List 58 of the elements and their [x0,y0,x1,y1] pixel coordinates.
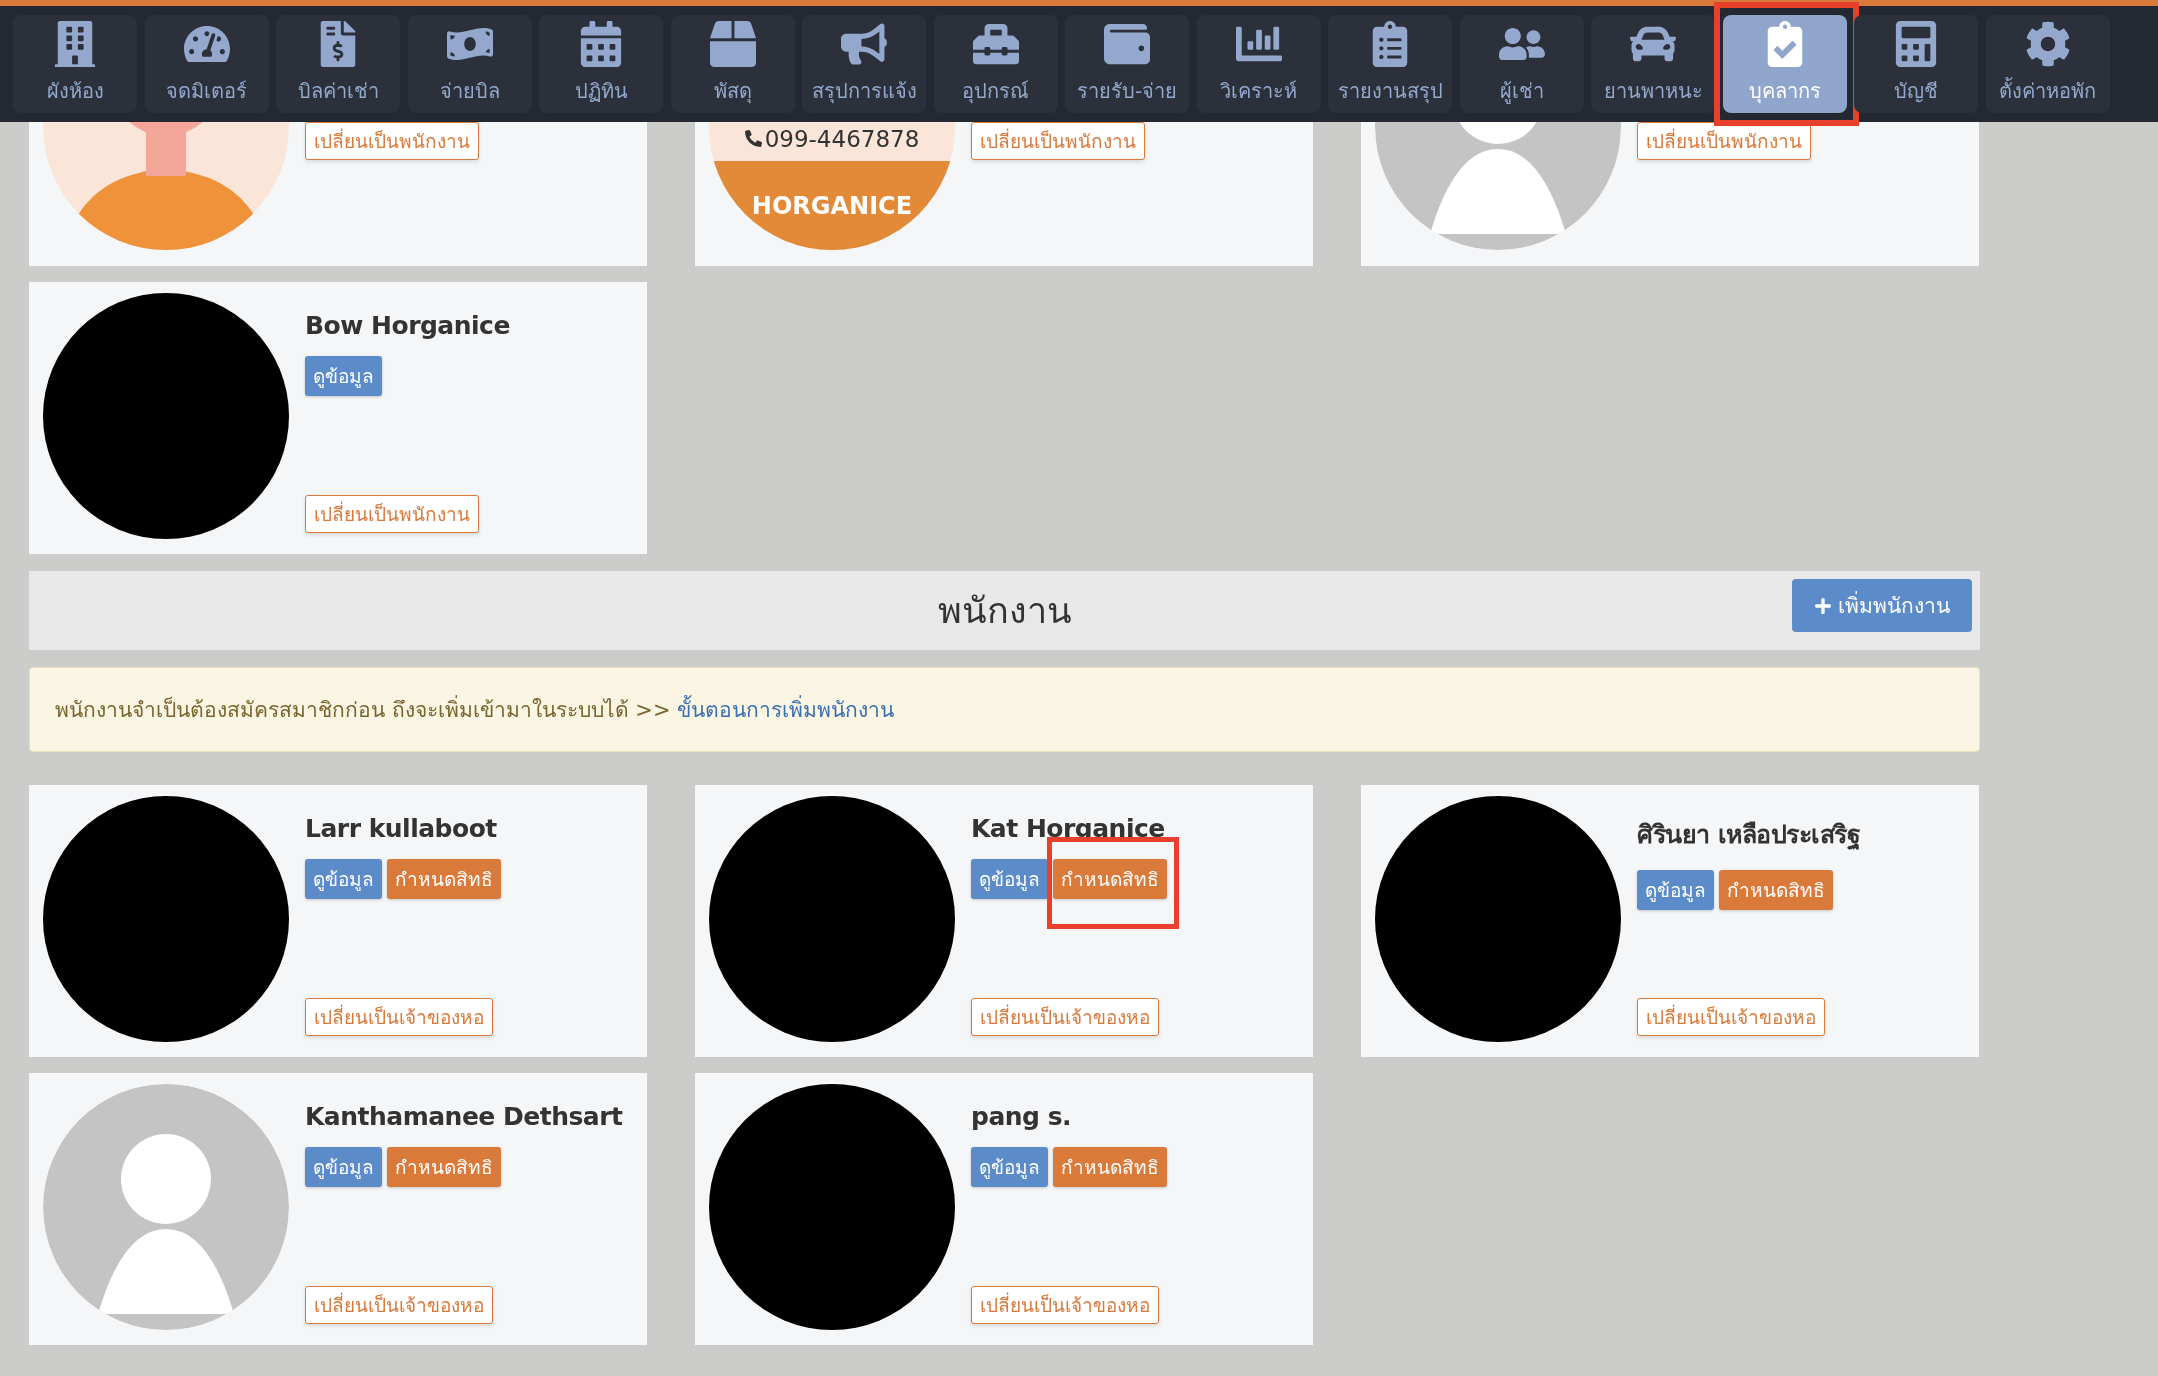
calendar-icon [578,21,624,67]
nav-tab[interactable]: รายรับ-จ่าย [1065,15,1189,113]
nav-tab[interactable]: จดมิเตอร์ [144,15,269,113]
switch-role-button[interactable]: เปลี่ยนเป็นพนักงาน [305,122,479,160]
nav-tab[interactable]: บุคลากร [1722,15,1847,113]
toolbox-icon [972,21,1019,67]
switch-role-button[interactable]: เปลี่ยนเป็นเจ้าของหอ [971,998,1159,1036]
notice-link[interactable]: ขั้นตอนการเพิ่มพนักงาน [676,693,894,726]
section-title: พนักงาน [937,589,1072,633]
calculator-icon [1893,21,1939,67]
nav-tab[interactable]: ผังห้อง [13,15,137,113]
switch-role-button[interactable]: เปลี่ยนเป็นพนักงาน [1637,122,1811,160]
nav-tab[interactable]: จ่ายบิล [407,15,532,113]
logo-text: HORGANICE [751,191,913,220]
notice-text: พนักงานจำเป็นต้องสมัครสมาชิกก่อน ถึงจะเพิ่มเข้ามาในระบบได้ >> [55,693,671,726]
view-button[interactable]: ดูข้อมูล [305,859,382,899]
switch-role-button[interactable]: เปลี่ยนเป็นเจ้าของหอ [1637,998,1825,1036]
view-button[interactable]: ดูข้อมูล [971,1147,1048,1187]
permission-button[interactable]: กำหนดสิทธิ [1053,859,1167,899]
nav-tab[interactable]: สรุปการแจ้ง [802,15,926,113]
person-name: Kanthamanee Dethsart [305,1102,624,1131]
permission-button[interactable]: กำหนดสิทธิ [1053,1147,1167,1187]
person-name: Kat Horganice [971,814,1166,843]
switch-role-button[interactable]: เปลี่ยนเป็นเจ้าของหอ [305,998,493,1036]
nav-tab[interactable]: ปฏิทิน [539,15,663,113]
phone-number: 099-4467878 [709,125,955,152]
megaphone-icon [841,21,887,67]
permission-button[interactable]: กำหนดสิทธิ [387,1147,501,1187]
person-name: ศิรินยา เหลือประเสริฐ [1637,819,1862,852]
nav-tab[interactable]: บิลค่าเช่า [276,15,400,113]
person-name: pang s. [971,1102,1073,1131]
person-name: Bow Horganice [305,311,511,340]
nav-tab[interactable]: รายงานสรุป [1328,15,1452,113]
nav-tab[interactable]: ยานพาหนะ [1591,15,1715,113]
switch-role-button[interactable]: เปลี่ยนเป็นเจ้าของหอ [971,1286,1159,1324]
permission-button[interactable]: กำหนดสิทธิ [387,859,501,899]
permission-button[interactable]: กำหนดสิทธิ [1719,870,1833,910]
wallet-icon [1104,21,1150,67]
phone-icon [744,130,762,148]
nav-tab[interactable]: อุปกรณ์ [933,15,1058,113]
switch-role-button[interactable]: เปลี่ยนเป็นพนักงาน [305,495,479,533]
nav-tab[interactable]: ผู้เช่า [1459,15,1584,113]
add-staff-button[interactable]: เพิ่มพนักงาน [1792,579,1972,632]
view-button[interactable]: ดูข้อมูล [305,356,382,396]
nav-tab[interactable]: วิเคราะห์ [1196,15,1321,113]
nav-tab[interactable]: พัสดุ [670,15,795,113]
building-icon [52,21,98,67]
view-button[interactable]: ดูข้อมูล [971,859,1048,899]
nav-tab[interactable]: ตั้งค่าหอพัก [1985,15,2110,113]
view-button[interactable]: ดูข้อมูล [1637,870,1714,910]
settings-icon [2024,21,2071,67]
box-icon [709,21,756,67]
view-button[interactable]: ดูข้อมูล [305,1147,382,1187]
switch-role-button[interactable]: เปลี่ยนเป็นพนักงาน [971,122,1145,160]
nav-tab[interactable]: บัญชี [1854,15,1978,113]
person-name: Larr kullaboot [305,814,498,843]
plus-icon [1814,596,1832,615]
switch-role-button[interactable]: เปลี่ยนเป็นเจ้าของหอ [305,1286,493,1324]
